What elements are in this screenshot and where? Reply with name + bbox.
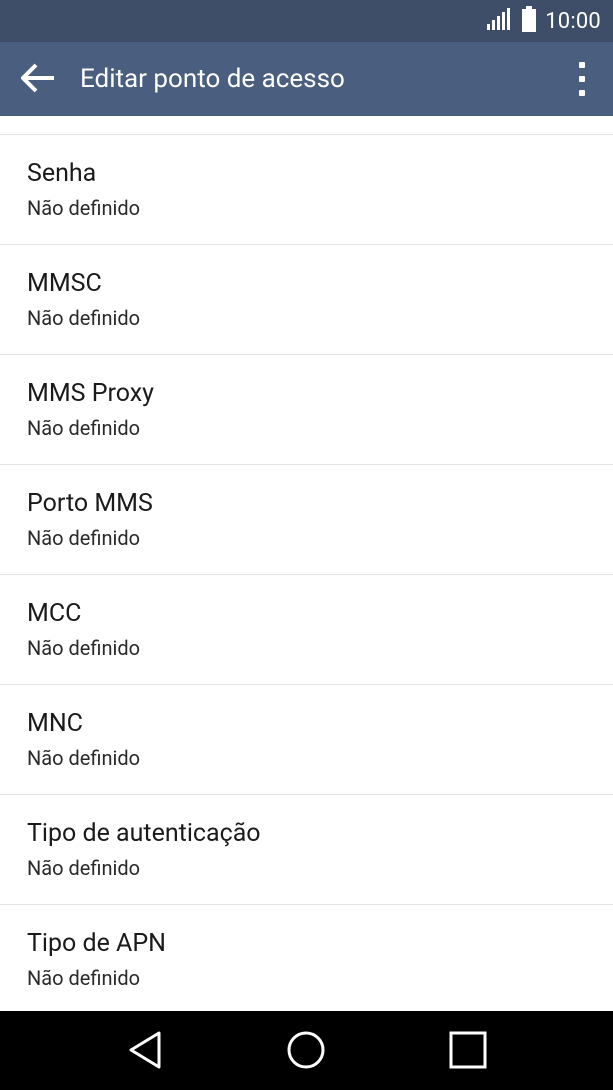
setting-title: MMSC bbox=[27, 269, 102, 298]
setting-title: Senha bbox=[27, 159, 97, 188]
setting-summary: Não definido bbox=[27, 966, 141, 990]
navigation-bar bbox=[0, 1011, 613, 1090]
signal-icon bbox=[487, 8, 513, 34]
status-icons: 10:00 bbox=[487, 0, 601, 42]
status-bar: 10:00 bbox=[0, 0, 613, 42]
battery-icon bbox=[521, 6, 537, 36]
setting-summary: Não definido bbox=[27, 746, 141, 770]
overflow-menu-icon bbox=[579, 62, 585, 68]
back-button[interactable] bbox=[18, 60, 58, 100]
setting-title: MMS Proxy bbox=[27, 379, 154, 408]
setting-item-senha[interactable]: Senha Não definido bbox=[0, 135, 613, 245]
app-bar: Editar ponto de acesso bbox=[0, 42, 613, 116]
page-title: Editar ponto de acesso bbox=[80, 64, 345, 94]
setting-item-mnc[interactable]: MNC Não definido bbox=[0, 685, 613, 795]
setting-title: Porto MMS bbox=[27, 489, 153, 518]
setting-summary: Não definido bbox=[27, 526, 141, 550]
status-time: 10:00 bbox=[545, 8, 601, 34]
settings-content[interactable]: Senha Não definido MMSC Não definido MMS… bbox=[0, 116, 613, 1011]
overflow-menu-button[interactable] bbox=[571, 59, 593, 99]
setting-summary: Não definido bbox=[27, 196, 141, 220]
setting-item-tipo-de-autenticacao[interactable]: Tipo de autenticação Não definido bbox=[0, 795, 613, 905]
nav-back-button[interactable] bbox=[121, 1028, 169, 1076]
setting-summary: Não definido bbox=[27, 856, 141, 880]
setting-summary: Não definido bbox=[27, 306, 141, 330]
nav-recents-icon bbox=[448, 1030, 488, 1074]
setting-item-mms-proxy[interactable]: MMS Proxy Não definido bbox=[0, 355, 613, 465]
setting-summary: Não definido bbox=[27, 636, 141, 660]
nav-home-icon bbox=[286, 1030, 326, 1074]
settings-list: Senha Não definido MMSC Não definido MMS… bbox=[0, 135, 613, 1011]
arrow-back-icon bbox=[20, 63, 55, 97]
nav-recents-button[interactable] bbox=[444, 1028, 492, 1076]
setting-item-porto-mms[interactable]: Porto MMS Não definido bbox=[0, 465, 613, 575]
setting-item-tipo-de-apn[interactable]: Tipo de APN Não definido bbox=[0, 905, 613, 1011]
nav-home-button[interactable] bbox=[282, 1028, 330, 1076]
setting-title: Tipo de autenticação bbox=[27, 819, 261, 848]
setting-title: MNC bbox=[27, 709, 83, 738]
setting-summary: Não definido bbox=[27, 416, 141, 440]
setting-title: Tipo de APN bbox=[27, 929, 166, 958]
setting-item-mcc[interactable]: MCC Não definido bbox=[0, 575, 613, 685]
setting-title: MCC bbox=[27, 599, 82, 628]
setting-item-mmsc[interactable]: MMSC Não definido bbox=[0, 245, 613, 355]
nav-back-icon bbox=[127, 1030, 163, 1074]
